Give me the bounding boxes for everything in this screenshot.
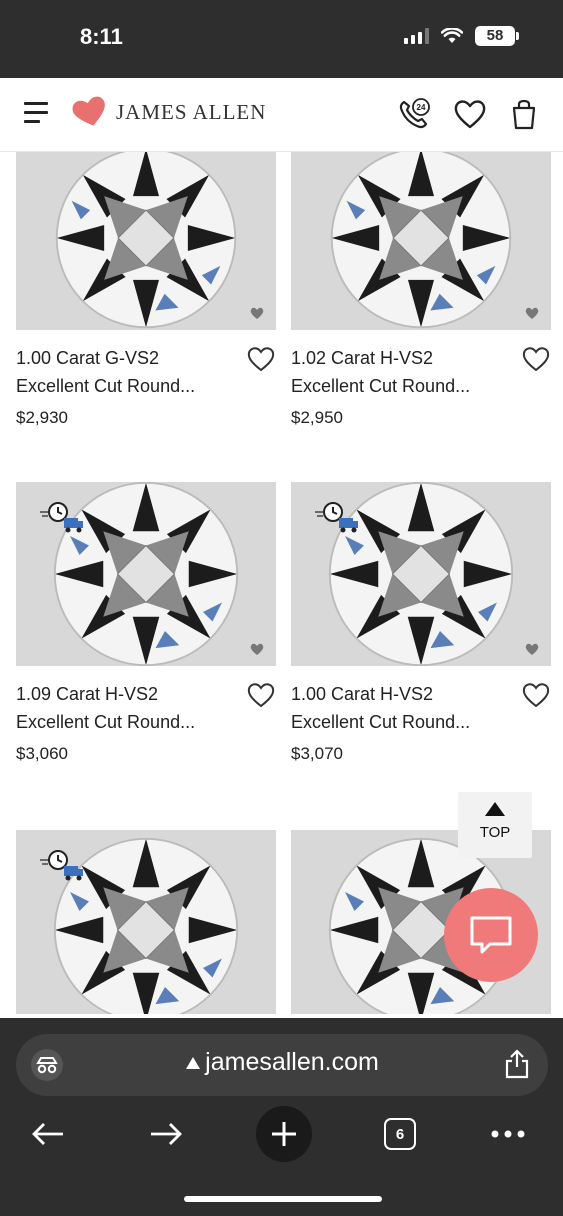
diamond-image[interactable] <box>16 482 276 666</box>
product-title[interactable]: 1.00 Carat H-VS2 Excellent Cut Round... <box>291 680 511 736</box>
product-price: $2,950 <box>291 408 343 427</box>
browser-toolbar: jamesallen.com 6 <box>0 1018 563 1216</box>
status-bar: 8:11 58 <box>0 0 563 78</box>
warning-icon <box>186 1057 201 1070</box>
product-title[interactable]: 1.00 Carat G-VS2 Excellent Cut Round... <box>16 344 236 400</box>
fast-delivery-icon <box>315 502 358 533</box>
product-title-line1: 1.00 Carat H-VS2 <box>291 684 434 704</box>
diamond-image[interactable] <box>16 830 276 1014</box>
phone-24-icon[interactable]: 24 <box>396 96 432 132</box>
product-card[interactable]: 1.02 Carat H-VS2 Excellent Cut Round... … <box>291 152 551 428</box>
plus-icon <box>272 1122 296 1146</box>
product-title-line2: Excellent Cut Round... <box>291 376 471 396</box>
small-heart-icon <box>525 643 539 655</box>
fast-delivery-icon <box>40 502 83 533</box>
fast-delivery-icon <box>40 850 83 881</box>
url-text: jamesallen.com <box>205 1048 379 1076</box>
product-title-line2: Excellent Cut Round... <box>291 712 471 732</box>
phone-badge: 24 <box>417 103 426 112</box>
status-time: 8:11 <box>80 24 123 49</box>
top-label: TOP <box>479 824 511 841</box>
arrow-up-icon <box>485 802 505 816</box>
url-display[interactable]: jamesallen.com <box>16 1048 548 1077</box>
diamond-photo <box>328 152 514 330</box>
diamond-photo <box>53 152 239 330</box>
arrow-right-icon <box>151 1123 182 1145</box>
product-title-line2: Excellent Cut Round... <box>16 712 196 732</box>
product-price: $2,930 <box>16 408 68 427</box>
product-grid: 1.00 Carat G-VS2 Excellent Cut Round... … <box>0 152 563 1018</box>
product-card[interactable]: 1.00 Carat G-VS2 Excellent Cut Round... … <box>16 152 276 428</box>
diamond-image[interactable] <box>291 482 551 666</box>
site-header: JAMES ALLEN 24 <box>0 78 563 152</box>
menu-icon[interactable] <box>24 102 48 124</box>
wishlist-heart-icon[interactable] <box>452 96 488 132</box>
small-heart-icon <box>250 643 264 655</box>
product-price: $3,070 <box>291 744 343 763</box>
favorite-heart-icon[interactable] <box>246 344 276 372</box>
small-heart-icon <box>250 307 264 319</box>
share-icon[interactable] <box>504 1049 530 1079</box>
small-heart-icon <box>525 307 539 319</box>
wifi-icon <box>441 28 463 43</box>
tabs-button[interactable]: 6 <box>372 1106 428 1162</box>
address-bar[interactable]: jamesallen.com <box>16 1034 548 1096</box>
chat-button[interactable] <box>444 888 538 982</box>
product-card[interactable]: 1.09 Carat H-VS2 Excellent Cut Round... … <box>16 482 276 764</box>
favorite-heart-icon[interactable] <box>521 344 551 372</box>
product-price: $3,060 <box>16 744 68 763</box>
battery-indicator: 58 <box>475 26 519 46</box>
more-dots-icon <box>491 1130 525 1138</box>
favorite-heart-icon[interactable] <box>521 680 551 708</box>
back-button[interactable] <box>20 1106 76 1162</box>
browser-nav: 6 <box>0 1106 563 1166</box>
product-card[interactable] <box>16 830 276 1014</box>
scroll-to-top-button[interactable]: TOP <box>458 792 532 858</box>
forward-button[interactable] <box>138 1106 194 1162</box>
diamond-image[interactable] <box>291 152 551 330</box>
home-indicator <box>184 1196 382 1202</box>
product-card[interactable]: 1.00 Carat H-VS2 Excellent Cut Round... … <box>291 482 551 764</box>
chat-bubble-icon <box>470 916 512 954</box>
tab-count: 6 <box>384 1118 416 1150</box>
product-title-line1: 1.09 Carat H-VS2 <box>16 684 159 704</box>
new-tab-button[interactable] <box>256 1106 312 1162</box>
status-icons: 58 <box>404 26 519 46</box>
shopping-bag-icon[interactable] <box>506 96 542 132</box>
brand-logo[interactable]: JAMES ALLEN <box>72 96 266 128</box>
brand-name: JAMES ALLEN <box>116 99 267 124</box>
cellular-signal-icon <box>404 28 429 44</box>
arrow-left-icon <box>32 1123 63 1145</box>
product-title-line1: 1.00 Carat G-VS2 <box>16 348 160 368</box>
heart-logo-icon <box>72 96 105 126</box>
product-title-line2: Excellent Cut Round... <box>16 376 196 396</box>
product-title-line1: 1.02 Carat H-VS2 <box>291 348 434 368</box>
product-title[interactable]: 1.09 Carat H-VS2 Excellent Cut Round... <box>16 680 236 736</box>
diamond-image[interactable] <box>16 152 276 330</box>
product-title[interactable]: 1.02 Carat H-VS2 Excellent Cut Round... <box>291 344 511 400</box>
more-button[interactable] <box>480 1106 536 1162</box>
favorite-heart-icon[interactable] <box>246 680 276 708</box>
